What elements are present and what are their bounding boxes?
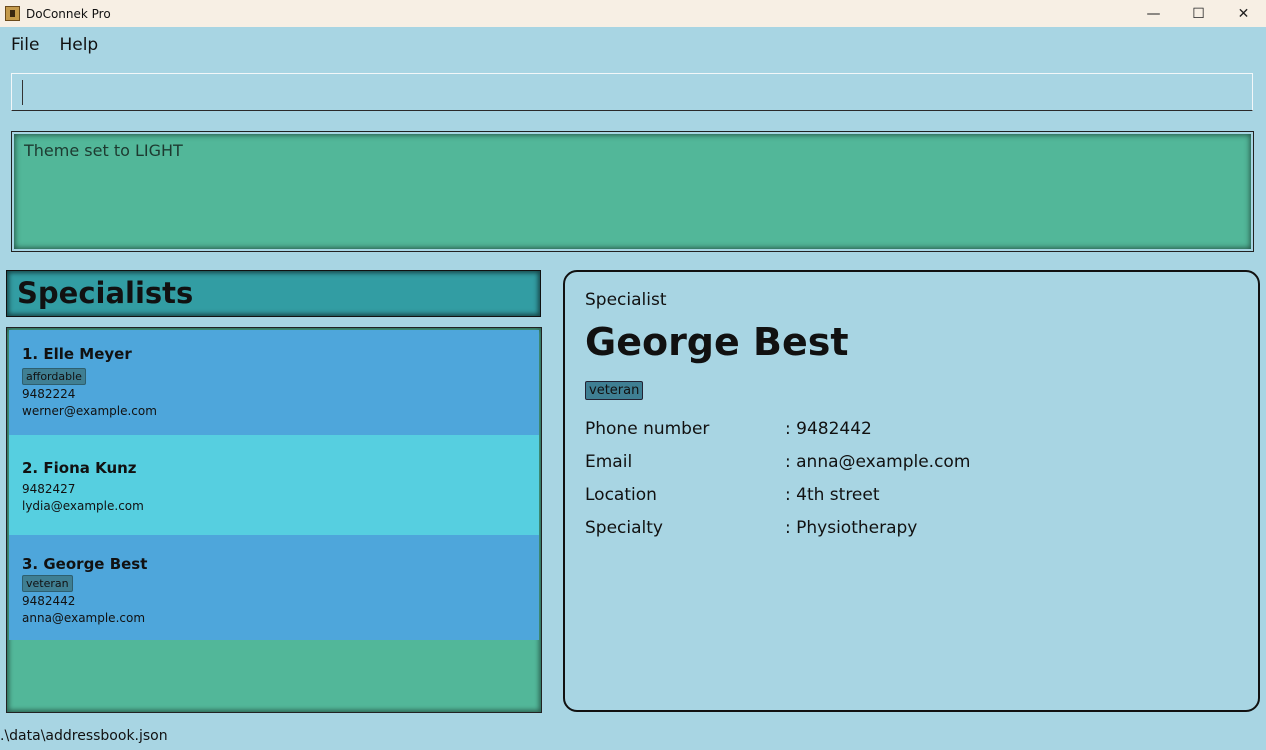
detail-panel: Specialist George Best veteran Phone num… [563, 270, 1260, 712]
list-item[interactable]: 2. Fiona Kunz 9482427 lydia@example.com [9, 435, 539, 540]
card-phone: 9482224 [22, 387, 76, 401]
list-title: Specialists [17, 276, 194, 310]
card-email: werner@example.com [22, 404, 157, 418]
card-phone: 9482427 [22, 482, 76, 496]
menu-help[interactable]: Help [48, 35, 107, 55]
app-icon [5, 6, 20, 21]
tag-badge: veteran [585, 381, 644, 400]
tag-badge: veteran [22, 575, 73, 592]
detail-label: Phone number [585, 419, 710, 439]
window-title: DoConnek Pro [26, 6, 111, 21]
card-email: anna@example.com [22, 611, 146, 625]
result-display: Theme set to LIGHT [11, 131, 1254, 252]
detail-value: : 9482442 [785, 419, 872, 439]
card-index-name: 2. Fiona Kunz [22, 459, 137, 477]
detail-row-specialty: Specialty : Physiotherapy [585, 518, 1245, 540]
menu-bar: File Help [0, 27, 1266, 63]
title-bar: DoConnek Pro — ☐ ✕ [0, 0, 1266, 27]
status-bar-path: .\data\addressbook.json [0, 728, 168, 744]
card-index-name: 3. George Best [22, 555, 148, 573]
detail-value: : anna@example.com [785, 452, 971, 472]
tag-badge: affordable [22, 368, 86, 385]
card-email: lydia@example.com [22, 499, 144, 513]
close-button[interactable]: ✕ [1221, 0, 1266, 27]
list-header: Specialists [6, 270, 541, 317]
list-item[interactable]: 3. George Best veteran 9482442 anna@exam… [9, 535, 539, 640]
card-index-name: 1. Elle Meyer [22, 345, 132, 363]
detail-label: Location [585, 485, 657, 505]
menu-file[interactable]: File [0, 35, 48, 55]
detail-name: George Best [585, 320, 849, 364]
card-phone: 9482442 [22, 594, 76, 608]
result-message: Theme set to LIGHT [24, 141, 183, 160]
detail-value: : Physiotherapy [785, 518, 918, 538]
detail-type: Specialist [585, 290, 667, 310]
text-caret [22, 80, 23, 105]
detail-label: Specialty [585, 518, 663, 538]
detail-row-email: Email : anna@example.com [585, 452, 1245, 474]
list-item[interactable]: 1. Elle Meyer affordable 9482224 werner@… [9, 330, 539, 435]
detail-value: : 4th street [785, 485, 880, 505]
window-controls: — ☐ ✕ [1131, 0, 1266, 27]
command-input[interactable] [11, 73, 1253, 111]
minimize-button[interactable]: — [1131, 0, 1176, 27]
maximize-button[interactable]: ☐ [1176, 0, 1221, 27]
detail-label: Email [585, 452, 633, 472]
specialist-list[interactable]: 1. Elle Meyer affordable 9482224 werner@… [6, 327, 542, 713]
detail-row-location: Location : 4th street [585, 485, 1245, 507]
detail-row-phone: Phone number : 9482442 [585, 419, 1245, 441]
